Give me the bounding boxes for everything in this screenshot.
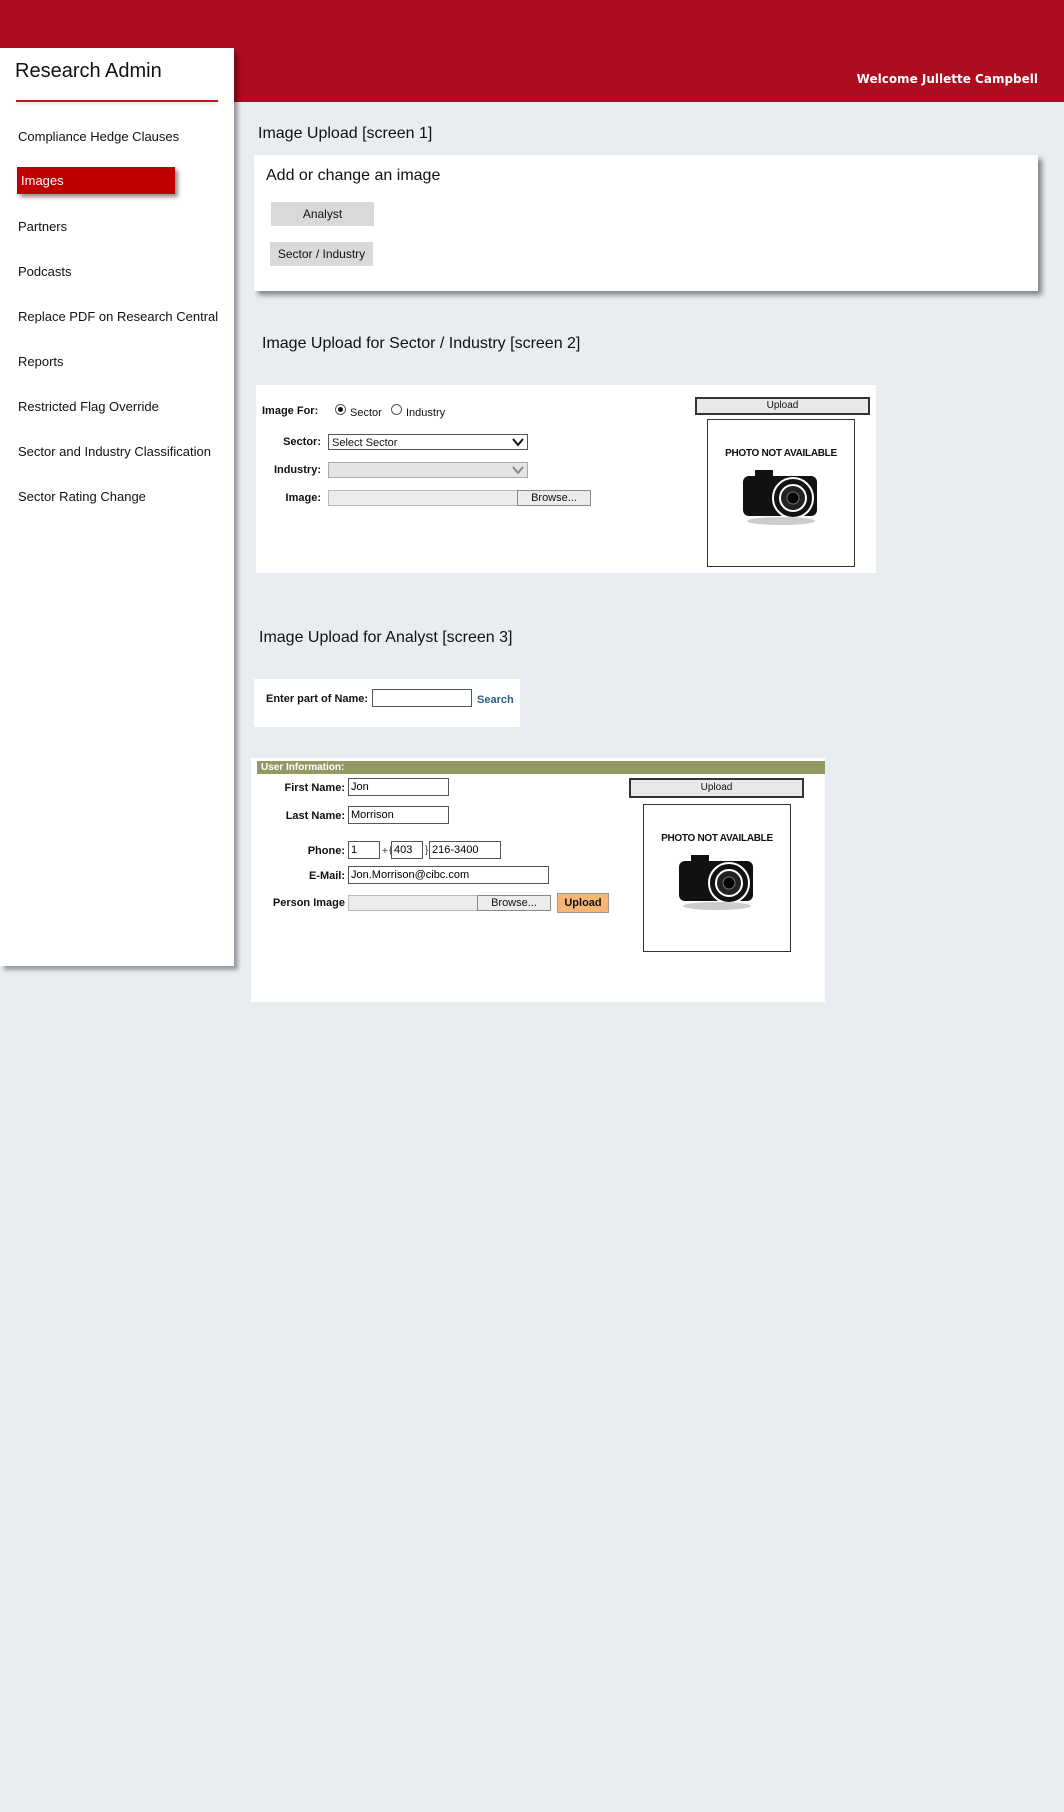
photo-not-available-text: PHOTO NOT AVAILABLE <box>725 448 837 459</box>
image-browse-button[interactable]: Browse... <box>517 490 591 506</box>
chevron-down-icon <box>511 435 525 455</box>
user-information-card: User Information: First Name: Last Name:… <box>251 758 825 1002</box>
last-name-field[interactable] <box>348 806 449 824</box>
sidebar-item-replace-pdf[interactable]: Replace PDF on Research Central <box>18 309 218 324</box>
industry-label: Industry: <box>273 464 321 476</box>
email-label: E-Mail: <box>308 870 345 882</box>
sector-industry-upload-card: Image For: Sector Industry Sector: Selec… <box>256 385 876 573</box>
screen3-title: Image Upload for Analyst [screen 3] <box>259 629 513 646</box>
sector-select-value: Select Sector <box>332 437 398 449</box>
screen2-title: Image Upload for Sector / Industry [scre… <box>262 335 581 352</box>
person-image-label: Person Image <box>272 897 345 909</box>
radio-industry-label: Industry <box>406 407 446 419</box>
phone-number-field[interactable] <box>429 841 501 859</box>
radio-sector-label: Sector <box>350 407 382 419</box>
camera-icon <box>743 470 817 525</box>
search-name-input[interactable] <box>372 689 472 707</box>
sector-industry-button[interactable]: Sector / Industry <box>270 242 373 266</box>
first-name-label: First Name: <box>284 782 345 794</box>
industry-select[interactable] <box>328 462 528 478</box>
sidebar-item-reports[interactable]: Reports <box>18 354 64 369</box>
image-label: Image: <box>285 492 321 504</box>
analyst-upload-button[interactable]: Upload <box>629 778 804 798</box>
image-file-path[interactable] <box>328 490 518 506</box>
radio-industry[interactable] <box>391 404 402 415</box>
sidebar-item-sector-industry-classification[interactable]: Sector and Industry Classification <box>18 444 211 459</box>
analyst-search-card: Enter part of Name: Search <box>254 679 520 727</box>
title-divider <box>16 100 218 102</box>
search-name-label: Enter part of Name: <box>266 693 369 705</box>
app-title: Research Admin <box>15 60 162 82</box>
user-information-header: User Information: <box>257 761 825 774</box>
sidebar-item-compliance-hedge-clauses[interactable]: Compliance Hedge Clauses <box>18 129 179 144</box>
sector-label: Sector: <box>283 436 321 448</box>
camera-icon <box>679 855 753 910</box>
phone-country-field[interactable] <box>348 841 380 859</box>
phone-area-field[interactable] <box>391 841 423 859</box>
sector-upload-button[interactable]: Upload <box>695 397 870 415</box>
phone-separator-plus: + <box>382 846 388 857</box>
radio-sector[interactable] <box>335 404 346 415</box>
add-image-subtitle: Add or change an image <box>266 167 441 184</box>
person-image-file-path[interactable] <box>348 895 478 911</box>
image-for-label: Image For: <box>262 405 319 417</box>
add-image-card: Add or change an image Analyst Sector / … <box>254 155 1038 291</box>
welcome-message: Welcome Jullette Campbell <box>856 72 1038 86</box>
email-field[interactable] <box>348 866 549 884</box>
phone-label: Phone: <box>307 845 345 857</box>
photo-not-available-text: PHOTO NOT AVAILABLE <box>661 833 773 844</box>
analyst-button[interactable]: Analyst <box>271 202 374 226</box>
analyst-photo-placeholder: PHOTO NOT AVAILABLE <box>643 804 791 952</box>
sidebar: Research Admin Compliance Hedge Clauses … <box>0 48 234 966</box>
search-link[interactable]: Search <box>477 694 514 706</box>
sidebar-item-sector-rating-change[interactable]: Sector Rating Change <box>18 489 146 504</box>
phone-separator-close: } <box>425 845 429 856</box>
sidebar-item-restricted-flag-override[interactable]: Restricted Flag Override <box>18 399 159 414</box>
screen1-title: Image Upload [screen 1] <box>258 125 433 142</box>
sidebar-item-podcasts[interactable]: Podcasts <box>18 264 71 279</box>
first-name-field[interactable] <box>348 778 449 796</box>
sidebar-item-images[interactable]: Images <box>17 167 175 194</box>
chevron-down-icon <box>511 463 525 483</box>
person-image-browse-button[interactable]: Browse... <box>477 895 551 911</box>
sector-select[interactable]: Select Sector <box>328 434 528 450</box>
sector-photo-placeholder: PHOTO NOT AVAILABLE <box>707 419 855 567</box>
person-image-upload-button[interactable]: Upload <box>557 893 609 913</box>
sidebar-item-partners[interactable]: Partners <box>18 219 67 234</box>
last-name-label: Last Name: <box>285 810 345 822</box>
